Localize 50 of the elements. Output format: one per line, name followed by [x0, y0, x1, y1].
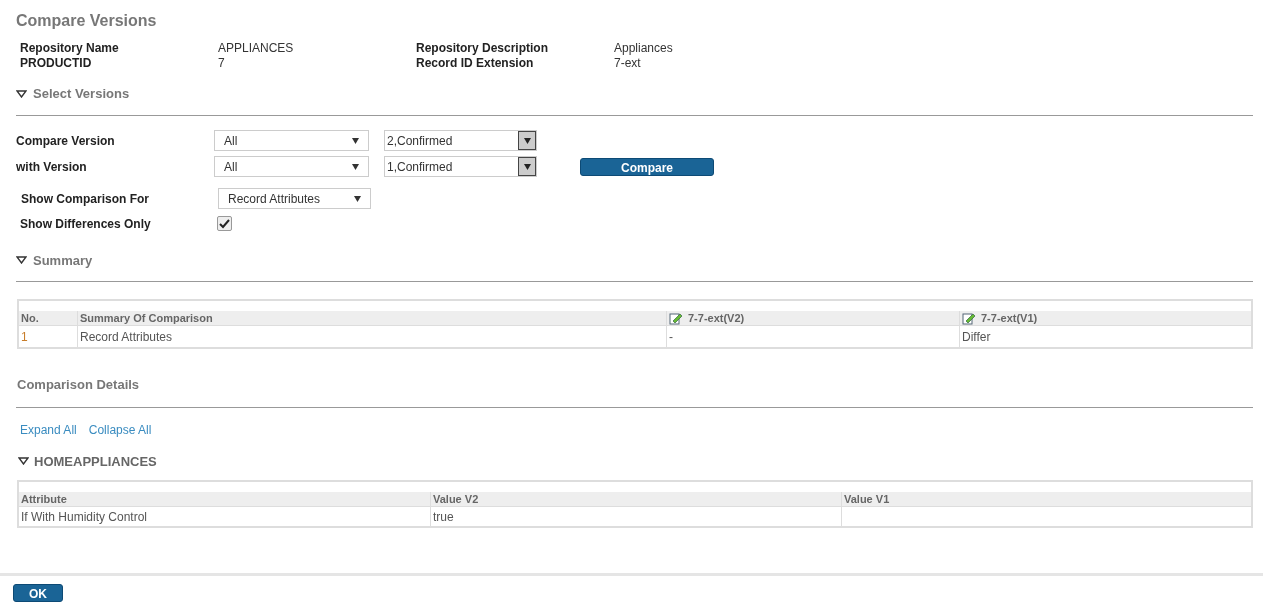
- edit-icon[interactable]: [962, 311, 976, 325]
- checkbox[interactable]: [217, 216, 232, 231]
- field-label: Show Comparison For: [21, 190, 150, 208]
- column-header: Value V2: [433, 491, 479, 507]
- table-cell-text: -: [669, 328, 673, 346]
- collapse-toggle-icon[interactable]: [16, 256, 27, 265]
- table-cell-text: Record Attributes: [80, 328, 173, 346]
- version-dropdown[interactable]: 2,Confirmed: [384, 130, 537, 151]
- caret-icon[interactable]: [354, 195, 361, 202]
- section-title: Summary: [33, 251, 93, 270]
- field-label: PRODUCTID: [20, 56, 93, 71]
- compare-button[interactable]: Compare: [580, 157, 714, 176]
- caret-icon[interactable]: [518, 157, 536, 176]
- field-value: 7-ext: [614, 56, 642, 71]
- page-title: Compare Versions: [16, 11, 158, 31]
- field-label: Compare Version: [16, 132, 116, 150]
- collapse-toggle-icon[interactable]: [16, 89, 27, 98]
- version-dropdown[interactable]: 1,Confirmed: [384, 156, 537, 177]
- table-cell-text: 1: [21, 328, 28, 346]
- column-header: Attribute: [21, 491, 67, 507]
- column-header: 7-7-ext(V1): [981, 310, 1038, 326]
- table-cell-text: If With Humidity Control: [21, 508, 148, 526]
- column-header: No.: [21, 310, 39, 326]
- field-label: Show Differences Only: [20, 215, 152, 233]
- field-label: with Version: [16, 158, 88, 176]
- field-label: Repository Description: [416, 41, 550, 56]
- dropdown[interactable]: All: [214, 130, 369, 151]
- dropdown[interactable]: Record Attributes: [218, 188, 371, 209]
- column-header: Summary Of Comparison: [80, 310, 213, 326]
- table-cell-text: true: [433, 508, 454, 526]
- link[interactable]: Expand All: [20, 420, 77, 439]
- field-value: Appliances: [614, 41, 674, 56]
- section-title: Select Versions: [33, 85, 130, 103]
- ok-button[interactable]: OK: [13, 584, 63, 602]
- section-title: Comparison Details: [17, 376, 141, 394]
- field-label: Record ID Extension: [416, 56, 535, 71]
- field-value: APPLIANCES: [218, 41, 295, 56]
- column-header: Value V1: [844, 491, 890, 507]
- dropdown[interactable]: All: [214, 156, 369, 177]
- edit-icon[interactable]: [669, 311, 683, 325]
- caret-icon[interactable]: [518, 131, 536, 150]
- field-value: 7: [218, 56, 226, 71]
- table-cell-text: Differ: [962, 328, 991, 346]
- group-title: HOMEAPPLIANCES: [34, 452, 157, 471]
- column-header: 7-7-ext(V2): [688, 310, 745, 326]
- caret-icon[interactable]: [352, 137, 359, 144]
- collapse-toggle-icon[interactable]: [18, 457, 29, 466]
- caret-icon[interactable]: [352, 163, 359, 170]
- field-label: Repository Name: [20, 41, 120, 56]
- link[interactable]: Collapse All: [88, 420, 152, 439]
